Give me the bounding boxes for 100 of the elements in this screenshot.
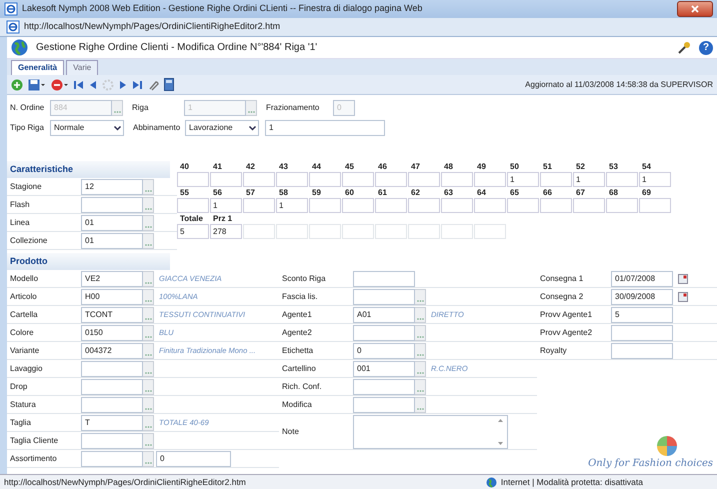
lookup-button[interactable] <box>415 288 426 304</box>
lookup-button[interactable] <box>143 214 154 230</box>
size-quantity-field[interactable] <box>210 172 242 187</box>
input-field[interactable]: 001 <box>353 360 415 376</box>
input-field[interactable]: 5 <box>611 306 673 322</box>
lookup-button[interactable] <box>415 342 426 358</box>
dropdown[interactable]: Normale <box>50 120 124 136</box>
size-quantity-field[interactable] <box>606 198 638 213</box>
input-field[interactable]: 0 <box>353 342 415 358</box>
input-field[interactable] <box>353 378 415 394</box>
lookup-button[interactable] <box>112 100 123 116</box>
input-field[interactable] <box>81 432 143 448</box>
input-field[interactable] <box>81 196 143 212</box>
input-field[interactable] <box>353 396 415 412</box>
input-field[interactable]: 01/07/2008 <box>611 270 673 286</box>
input-field[interactable]: 004372 <box>81 342 143 358</box>
lookup-button[interactable] <box>143 432 154 448</box>
help-button[interactable]: ? <box>699 40 713 54</box>
lookup-button[interactable] <box>143 414 154 430</box>
size-quantity-field[interactable] <box>540 172 572 187</box>
size-quantity-field[interactable] <box>342 198 374 213</box>
size-quantity-field[interactable] <box>375 198 407 213</box>
size-quantity-field[interactable]: 1 <box>507 172 539 187</box>
lookup-button[interactable] <box>415 306 426 322</box>
input-field[interactable] <box>81 378 143 394</box>
previous-icon[interactable] <box>89 80 97 90</box>
size-quantity-field[interactable] <box>573 198 605 213</box>
size-quantity-field[interactable]: 1 <box>639 172 671 187</box>
size-quantity-field[interactable] <box>342 172 374 187</box>
total-field[interactable]: 5 <box>177 224 209 239</box>
calculator-icon[interactable] <box>164 78 174 91</box>
input-field[interactable]: H00 <box>81 288 143 304</box>
lookup-button[interactable] <box>415 360 426 376</box>
size-quantity-field[interactable] <box>243 172 275 187</box>
calendar-icon[interactable] <box>678 274 688 284</box>
input-field[interactable]: A01 <box>353 306 415 322</box>
text-area[interactable] <box>353 414 508 448</box>
size-quantity-field[interactable] <box>540 198 572 213</box>
input-field[interactable]: 30/09/2008 <box>611 288 673 304</box>
size-quantity-field[interactable] <box>276 172 308 187</box>
size-quantity-field[interactable] <box>177 198 209 213</box>
input-field[interactable] <box>611 324 673 340</box>
lookup-button[interactable] <box>415 378 426 394</box>
first-icon[interactable] <box>74 80 84 90</box>
lookup-button[interactable] <box>143 232 154 248</box>
delete-icon[interactable] <box>51 78 69 90</box>
lookup-button[interactable] <box>143 396 154 412</box>
dropdown[interactable]: Lavorazione <box>185 120 259 136</box>
tab[interactable]: Generalità <box>11 60 64 75</box>
add-icon[interactable] <box>11 78 23 90</box>
save-icon[interactable] <box>28 78 46 90</box>
lookup-button[interactable] <box>143 306 154 322</box>
size-quantity-field[interactable]: 1 <box>573 172 605 187</box>
lookup-button[interactable] <box>143 378 154 394</box>
paperclip-icon[interactable] <box>147 78 159 90</box>
size-quantity-field[interactable] <box>507 198 539 213</box>
lookup-button[interactable] <box>415 324 426 340</box>
input-field[interactable] <box>353 288 415 304</box>
input-field[interactable]: 1 <box>265 120 385 136</box>
size-quantity-field[interactable] <box>474 198 506 213</box>
close-button[interactable] <box>677 1 713 17</box>
lookup-button[interactable] <box>143 360 154 376</box>
input-field[interactable] <box>353 324 415 340</box>
size-quantity-field[interactable] <box>309 172 341 187</box>
size-quantity-field[interactable] <box>606 172 638 187</box>
input-field[interactable] <box>441 224 473 239</box>
input-field[interactable]: T <box>81 414 143 430</box>
size-quantity-field[interactable] <box>309 198 341 213</box>
input-field[interactable] <box>309 224 341 239</box>
size-quantity-field[interactable]: 1 <box>210 198 242 213</box>
lookup-button[interactable] <box>143 450 154 466</box>
input-field[interactable]: 0 <box>156 450 231 466</box>
input-field[interactable] <box>611 342 673 358</box>
last-icon[interactable] <box>132 80 142 90</box>
input-field[interactable]: VE2 <box>81 270 143 286</box>
input-field[interactable] <box>81 396 143 412</box>
size-quantity-field[interactable] <box>639 198 671 213</box>
lookup-button[interactable] <box>143 324 154 340</box>
lookup-button[interactable] <box>143 342 154 358</box>
lookup-button[interactable] <box>246 100 257 116</box>
input-field[interactable] <box>81 360 143 376</box>
size-quantity-field[interactable] <box>441 172 473 187</box>
input-field[interactable] <box>276 224 308 239</box>
tab[interactable]: Varie <box>66 60 98 75</box>
calendar-icon[interactable] <box>678 292 688 302</box>
input-field[interactable] <box>474 224 506 239</box>
lookup-button[interactable] <box>143 178 154 194</box>
lookup-button[interactable] <box>143 270 154 286</box>
input-field[interactable] <box>408 224 440 239</box>
size-quantity-field[interactable] <box>408 172 440 187</box>
input-field[interactable]: 01 <box>81 214 143 230</box>
input-field[interactable]: TCONT <box>81 306 143 322</box>
size-quantity-field[interactable] <box>408 198 440 213</box>
input-field[interactable]: 12 <box>81 178 143 194</box>
size-quantity-field[interactable] <box>441 198 473 213</box>
input-field[interactable]: 01 <box>81 232 143 248</box>
size-quantity-field[interactable]: 1 <box>276 198 308 213</box>
input-field[interactable] <box>353 270 415 286</box>
size-quantity-field[interactable] <box>177 172 209 187</box>
input-field[interactable] <box>243 224 275 239</box>
